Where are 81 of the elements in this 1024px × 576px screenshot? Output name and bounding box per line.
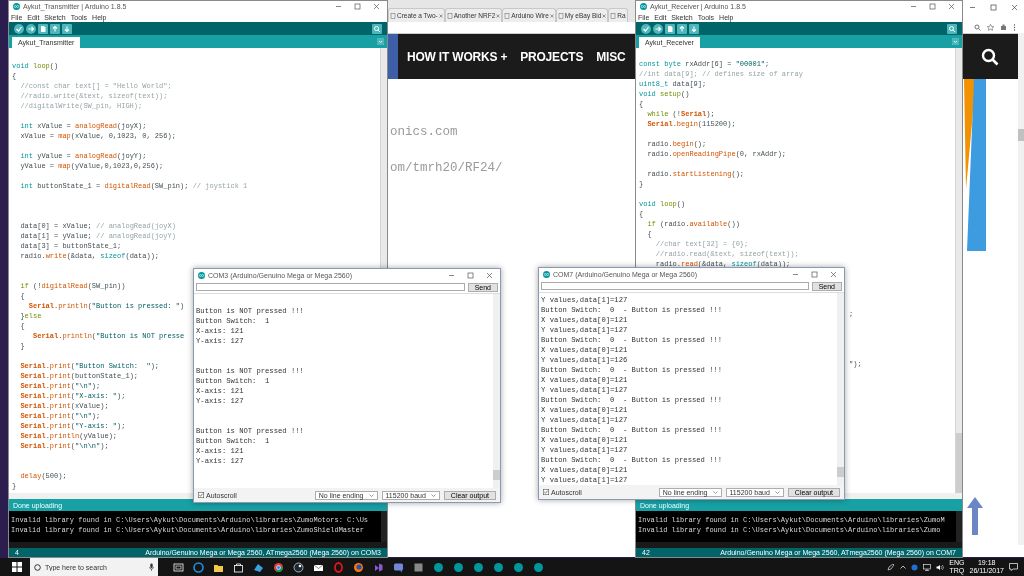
ring-icon [34, 563, 41, 571]
maximize-icon[interactable] [929, 3, 936, 10]
caret-icon [774, 490, 780, 494]
close-icon[interactable] [549, 13, 554, 18]
checkbox[interactable] [198, 492, 204, 498]
task-view-icon[interactable] [172, 561, 184, 573]
scrollbar[interactable] [1018, 33, 1024, 545]
caret-icon [430, 493, 436, 497]
minimize-icon[interactable] [335, 3, 342, 10]
logo-icon [640, 3, 647, 10]
star-icon[interactable] [987, 24, 994, 31]
page-icon [504, 12, 511, 19]
close-icon[interactable] [486, 271, 493, 279]
serial-monitor-icon[interactable] [947, 23, 957, 34]
minimize-icon[interactable] [969, 4, 976, 11]
nav-link[interactable]: MISC [596, 49, 626, 64]
logo-icon [198, 271, 205, 279]
close-icon[interactable] [948, 3, 955, 10]
menu-icon[interactable] [1013, 24, 1016, 31]
page-icon [610, 12, 617, 19]
pen-icon[interactable] [887, 563, 896, 571]
maximize-icon[interactable] [467, 271, 474, 279]
arrow-up-icon[interactable] [677, 23, 687, 34]
arrow-right-icon[interactable] [653, 23, 663, 34]
page-icon [390, 12, 396, 19]
close-icon[interactable] [602, 13, 607, 18]
scrollbar[interactable] [955, 48, 962, 493]
ring-icon[interactable] [332, 561, 344, 573]
logo-icon [543, 270, 550, 278]
chat-icon[interactable] [392, 561, 404, 573]
scrollbar[interactable] [493, 294, 500, 488]
arrow-down-icon[interactable] [689, 23, 699, 34]
arrow-up-icon[interactable] [50, 23, 60, 34]
logo-icon [13, 3, 20, 10]
page-icon [557, 12, 564, 19]
caret-icon [368, 493, 374, 497]
arrow-down-icon[interactable] [62, 23, 72, 34]
maximize-icon[interactable] [990, 4, 997, 11]
network-icon[interactable] [923, 563, 932, 571]
page-text: om/tmrh20/RF24/ [390, 161, 503, 175]
close-icon[interactable] [830, 270, 837, 278]
nav-link[interactable]: PROJECTS [520, 49, 584, 64]
check-icon[interactable] [641, 23, 651, 34]
windows-logo-icon[interactable] [12, 562, 22, 572]
maximize-icon[interactable] [354, 3, 361, 10]
arrow-right-icon[interactable] [26, 23, 36, 34]
zoom-icon[interactable] [974, 24, 981, 31]
bag-icon[interactable] [232, 561, 244, 573]
page-icon[interactable] [38, 23, 48, 34]
search-icon[interactable] [981, 47, 999, 66]
browser-icon[interactable] [352, 561, 364, 573]
arrow-up-icon[interactable] [966, 496, 984, 536]
page-text: onics.com [390, 125, 458, 139]
app-icon[interactable] [292, 561, 304, 573]
maximize-icon[interactable] [811, 270, 818, 278]
extension-icon[interactable] [1000, 24, 1007, 31]
close-icon[interactable] [1011, 4, 1018, 11]
serial-monitor-icon[interactable] [372, 23, 382, 34]
page-icon [446, 12, 453, 19]
message-field[interactable] [541, 282, 809, 290]
message-field[interactable] [196, 283, 465, 291]
shield-icon[interactable] [911, 563, 919, 571]
speaker-icon[interactable] [936, 563, 945, 571]
checkbox[interactable] [543, 489, 549, 495]
minimize-icon[interactable] [910, 3, 917, 10]
globe-icon[interactable] [192, 561, 204, 573]
nav-link[interactable]: HOW IT WORKS + [407, 49, 508, 64]
check-icon[interactable] [14, 23, 24, 34]
notification-icon[interactable] [1009, 563, 1018, 571]
microphone-icon[interactable] [149, 563, 154, 571]
close-icon[interactable] [496, 13, 501, 18]
caret-icon [712, 490, 718, 494]
scrollbar[interactable] [956, 511, 962, 542]
scrollbar[interactable] [837, 293, 844, 485]
caret-up-icon[interactable] [900, 565, 907, 569]
page-icon[interactable] [665, 23, 675, 34]
close-icon[interactable] [373, 3, 380, 10]
close-icon[interactable] [438, 13, 443, 18]
browser-icon[interactable] [272, 561, 284, 573]
app-icon[interactable] [252, 561, 264, 573]
scrollbar[interactable] [381, 511, 387, 542]
